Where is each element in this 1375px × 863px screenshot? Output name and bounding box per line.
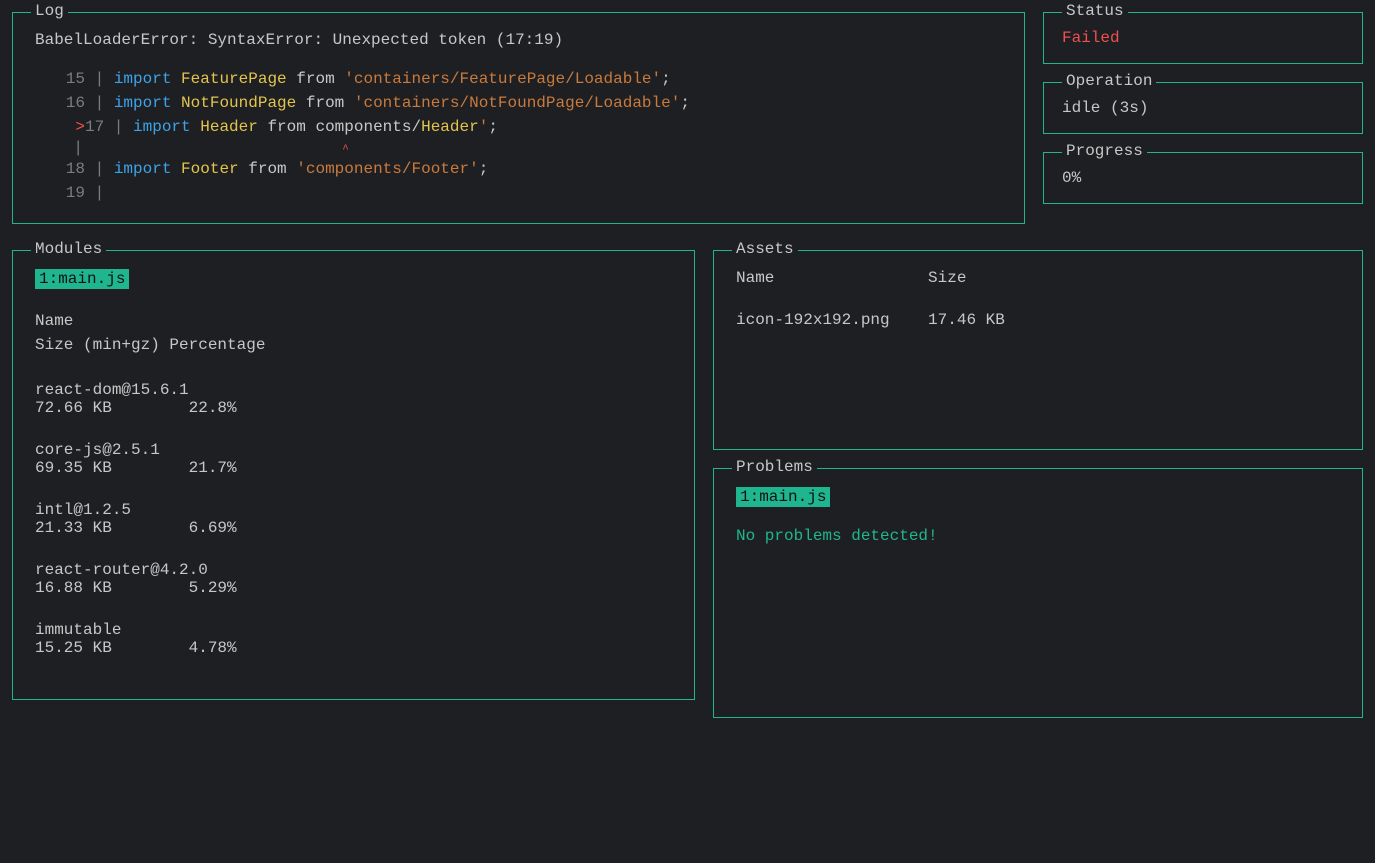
module-stats: 16.88 KB 5.29% <box>35 579 672 597</box>
code-block: 15 | import FeaturePage from 'containers… <box>35 67 1002 205</box>
code-line-16: 16 | import NotFoundPage from 'container… <box>35 91 1002 115</box>
assets-headers: Name Size <box>736 269 1340 287</box>
module-name: react-dom@15.6.1 <box>35 381 672 399</box>
modules-title: Modules <box>31 240 106 258</box>
status-value: Failed <box>1062 29 1344 47</box>
module-name: intl@1.2.5 <box>35 501 672 519</box>
modules-panel: Modules 1:main.js Name Size (min+gz) Per… <box>12 250 695 700</box>
modules-headers: Name Size (min+gz) Percentage <box>35 309 672 357</box>
status-title: Status <box>1062 2 1128 20</box>
module-stats: 15.25 KB 4.78% <box>35 639 672 657</box>
module-row: intl@1.2.521.33 KB 6.69% <box>35 501 672 537</box>
operation-value: idle (3s) <box>1062 99 1344 117</box>
modules-list: react-dom@15.6.172.66 KB 22.8% core-js@2.… <box>35 381 672 657</box>
code-line-19: 19 | <box>35 181 1002 205</box>
assets-title: Assets <box>732 240 798 258</box>
assets-list: icon-192x192.png 17.46 KB <box>736 311 1340 329</box>
module-stats: 69.35 KB 21.7% <box>35 459 672 477</box>
modules-header-name: Name <box>35 309 672 333</box>
log-panel: Log BabelLoaderError: SyntaxError: Unexp… <box>12 12 1025 224</box>
progress-value: 0% <box>1062 169 1344 187</box>
module-name: core-js@2.5.1 <box>35 441 672 459</box>
module-stats: 72.66 KB 22.8% <box>35 399 672 417</box>
module-row: react-router@4.2.016.88 KB 5.29% <box>35 561 672 597</box>
module-name: react-router@4.2.0 <box>35 561 672 579</box>
module-row: immutable15.25 KB 4.78% <box>35 621 672 657</box>
problems-panel: Problems 1:main.js No problems detected! <box>713 468 1363 718</box>
module-stats: 21.33 KB 6.69% <box>35 519 672 537</box>
code-line-15: 15 | import FeaturePage from 'containers… <box>35 67 1002 91</box>
module-row: core-js@2.5.169.35 KB 21.7% <box>35 441 672 477</box>
error-message: BabelLoaderError: SyntaxError: Unexpecte… <box>35 31 1002 49</box>
progress-panel: Progress 0% <box>1043 152 1363 204</box>
module-name: immutable <box>35 621 672 639</box>
code-line-18: 18 | import Footer from 'components/Foot… <box>35 157 1002 181</box>
assets-panel: Assets Name Size icon-192x192.png 17.46 … <box>713 250 1363 450</box>
status-panel: Status Failed <box>1043 12 1363 64</box>
operation-panel: Operation idle (3s) <box>1043 82 1363 134</box>
operation-title: Operation <box>1062 72 1156 90</box>
modules-header-size: Size (min+gz) Percentage <box>35 333 672 357</box>
problems-title: Problems <box>732 458 817 476</box>
log-title: Log <box>31 2 68 20</box>
code-line-17: >17 | import Header from components/Head… <box>35 115 1002 139</box>
asset-row: icon-192x192.png 17.46 KB <box>736 311 1340 329</box>
progress-title: Progress <box>1062 142 1147 160</box>
problems-message: No problems detected! <box>736 527 1340 545</box>
modules-badge[interactable]: 1:main.js <box>35 269 129 289</box>
module-row: react-dom@15.6.172.66 KB 22.8% <box>35 381 672 417</box>
error-caret-line: | ^ <box>35 139 1002 157</box>
problems-badge[interactable]: 1:main.js <box>736 487 830 507</box>
